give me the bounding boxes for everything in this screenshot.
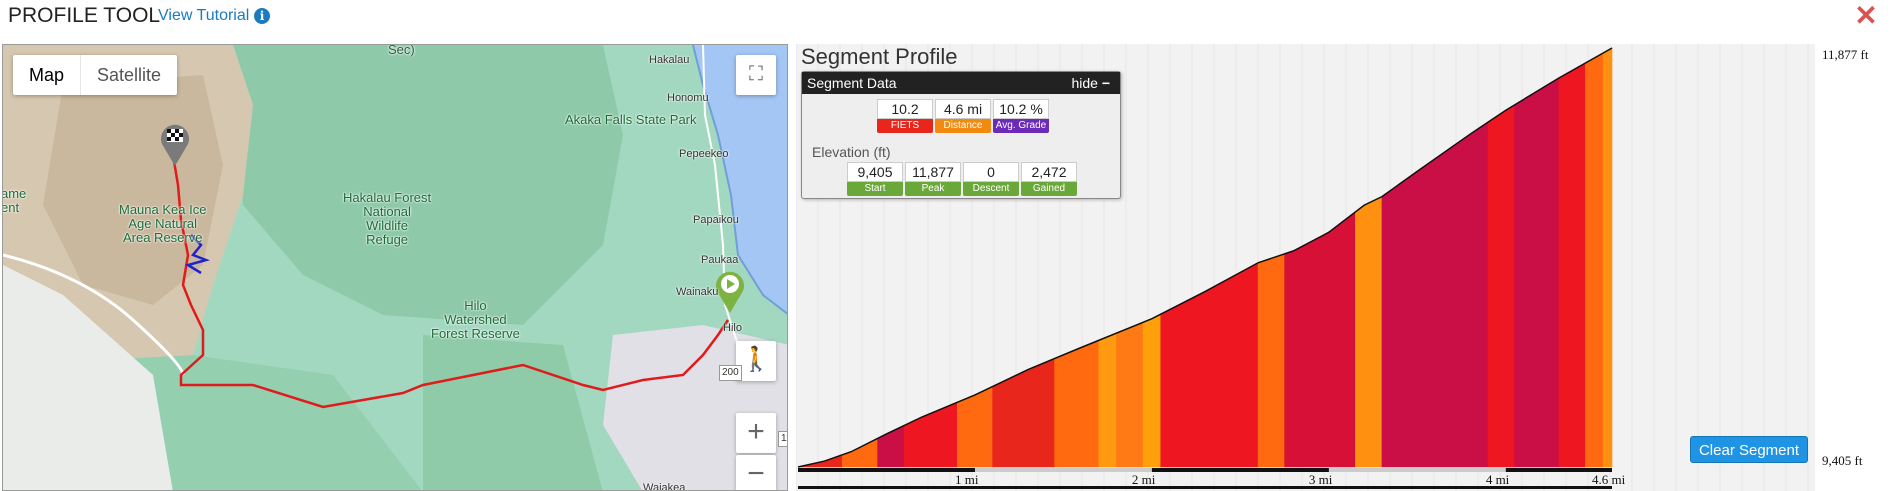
stat-start: 9,405 Start [847,162,903,196]
label-mauna-kea-reserve: Mauna Kea Ice Age Natural Area Reserve [119,202,207,245]
elevation-label: Elevation (ft) [812,144,891,160]
label-hakalau-forest: Hakalau Forest National Wildlife Refuge [343,190,432,247]
stat-value: 2,472 [1021,162,1077,182]
label-hilo: Hilo [723,322,742,334]
x-tick-label: 4.6 mi [1592,472,1626,487]
grade-band [956,386,993,468]
finish-flag-marker[interactable] [158,120,192,168]
x-tick-label: 4 mi [1485,472,1510,487]
grade-band [1602,47,1613,468]
profile-title: Segment Profile [801,44,958,69]
stat-fiets: 10.2 FIETS [877,99,933,133]
label-hwy-11: 11 [778,431,787,447]
clear-segment-button[interactable]: Clear Segment [1690,436,1808,463]
map-panel[interactable]: Map Satellite ⛶ 🚶 + − Sec) Hakalau Honom… [2,44,788,491]
close-icon[interactable]: ✕ [1852,2,1880,30]
y-axis-top-label: 11,877 ft [1822,47,1869,62]
stat-label: Avg. Grade [993,119,1049,133]
pegman-icon[interactable]: 🚶 [736,341,776,381]
label-wainaku: Wainaku [676,286,719,298]
label-ame-ent: ame ent [2,186,27,215]
stat-label: Peak [905,182,961,196]
grade-band [992,358,1055,468]
hide-label: hide [1071,75,1098,91]
stat-label: Descent [963,182,1019,196]
x-tick-label: 1 mi [954,472,979,487]
label-waiakea: Waiakea [643,482,686,491]
zoom-in-icon[interactable]: + [736,413,776,453]
grade-band [1098,332,1117,468]
grade-band [1558,62,1586,468]
label-pepeekeo: Pepeekeo [679,148,729,160]
stat-peak: 11,877 Peak [905,162,961,196]
y-axis-bottom-label: 9,405 ft [1822,453,1863,468]
grade-band [1160,262,1259,468]
grade-band [1487,104,1515,468]
x-tick-label: 2 mi [1131,472,1156,487]
stat-value: 10.2 [877,99,933,119]
grade-band [903,401,958,468]
grade-band [1355,196,1383,468]
grade-band [1116,321,1144,468]
label-hilo-watershed: Hilo Watershed Forest Reserve [431,298,520,341]
stat-label: Gained [1021,182,1077,196]
stat-avg-grade: 10.2 % Avg. Grade [993,99,1049,133]
grade-band [1054,339,1100,468]
zoom-out-icon[interactable]: − [736,455,776,490]
x-axis-segment [1151,468,1329,472]
segment-data-panel: Segment Data hide − 10.2 FIETS 4.6 mi Di… [801,71,1121,199]
stat-value: 4.6 mi [935,99,991,119]
stat-value: 9,405 [847,162,903,182]
map-type-map[interactable]: Map [13,55,82,95]
info-icon[interactable]: i [254,8,270,24]
label-papaikou: Papaikou [693,214,739,226]
grade-band [1257,253,1285,468]
label-hwy-200: 200 [719,365,742,381]
stat-distance: 4.6 mi Distance [935,99,991,133]
label-paukaa: Paukaa [701,254,739,266]
stat-value: 10.2 % [993,99,1049,119]
segment-data-label: Segment Data [807,75,897,91]
label-sec: Sec) [388,44,415,57]
fullscreen-icon[interactable]: ⛶ [736,55,776,95]
stat-label: Distance [935,119,991,133]
map-type-control: Map Satellite [13,55,178,95]
stat-descent: 0 Descent [963,162,1019,196]
stat-label: FIETS [877,119,933,133]
grade-band [1585,52,1604,468]
label-hakalau: Hakalau [649,54,690,66]
grade-band [1142,313,1162,468]
x-axis-segment [798,468,975,472]
stat-value: 11,877 [905,162,961,182]
page-title: PROFILE TOOL [8,4,161,27]
view-tutorial-link[interactable]: View Tutorial [158,7,249,25]
stat-gained: 2,472 Gained [1021,162,1077,196]
map-type-satellite[interactable]: Satellite [81,55,177,95]
stat-value: 0 [963,162,1019,182]
segment-data-header: Segment Data hide − [802,72,1120,94]
label-honomu: Honomu [667,92,709,104]
grade-band [1381,121,1489,468]
stat-label: Start [847,182,903,196]
x-tick-label: 3 mi [1308,472,1333,487]
minus-icon: − [1101,75,1110,91]
label-akaka-falls: Akaka Falls State Park [565,112,697,127]
grade-band [1514,77,1560,468]
hide-toggle[interactable]: hide − [1071,72,1110,94]
